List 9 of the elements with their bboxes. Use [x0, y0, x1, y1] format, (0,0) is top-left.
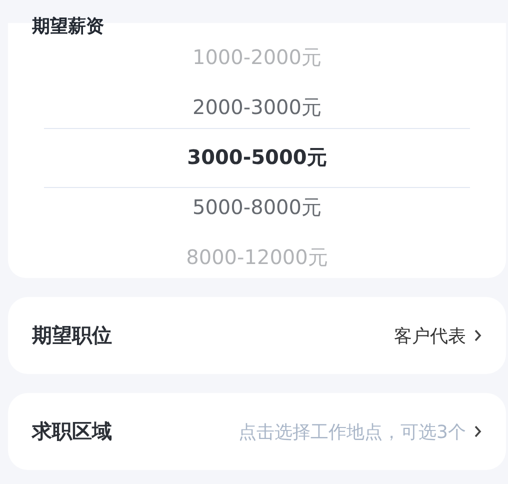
row-label: 求职区域	[32, 418, 112, 445]
chevron-right-icon	[474, 329, 482, 342]
salary-option[interactable]: 5000-8000元	[192, 194, 322, 220]
row-label: 期望职位	[32, 322, 112, 349]
row-value[interactable]: 客户代表	[394, 324, 466, 348]
salary-option[interactable]: 2000-3000元	[192, 94, 322, 120]
section-title: 期望薪资	[32, 17, 104, 37]
salary-option[interactable]: 3000-5000元	[187, 144, 327, 170]
chevron-right-icon	[474, 425, 482, 438]
